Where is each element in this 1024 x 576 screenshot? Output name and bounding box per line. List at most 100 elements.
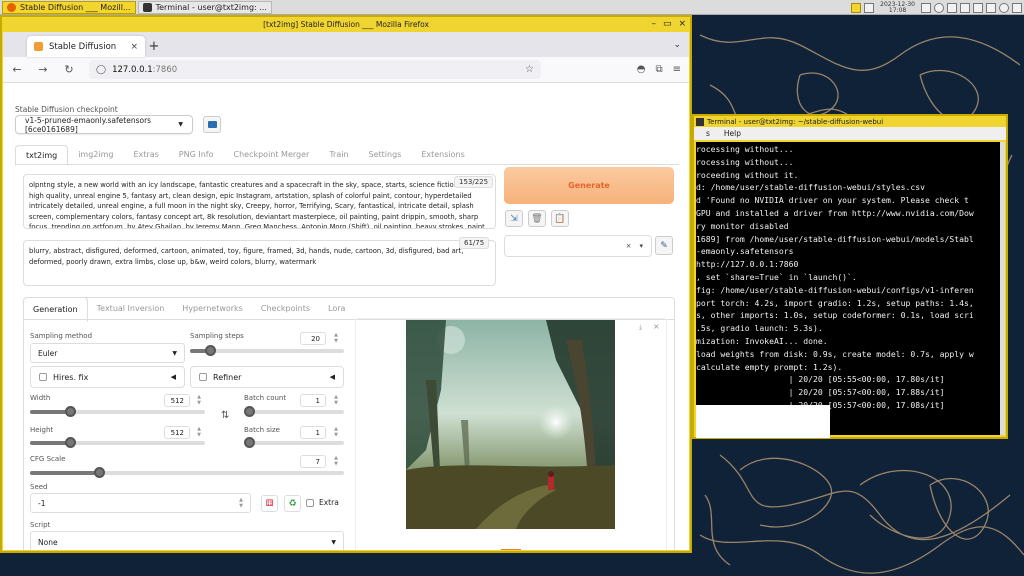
prompt-token-counter: 153/225: [454, 176, 494, 188]
width-stepper[interactable]: ▲ ▼: [195, 394, 203, 406]
tab-train[interactable]: Train: [319, 145, 358, 166]
taskbar-terminal-task[interactable]: Terminal - user@txt2img: ...: [137, 0, 272, 14]
url-host: 127.0.0.1: [112, 64, 153, 75]
notification-icon[interactable]: [986, 2, 996, 13]
cfg-scale-slider[interactable]: [30, 467, 344, 478]
batch-count-input[interactable]: 1: [300, 394, 326, 407]
seed-input[interactable]: -1 ▲ ▼: [30, 493, 251, 513]
tab-settings[interactable]: Settings: [359, 145, 412, 166]
slider-handle[interactable]: [205, 345, 217, 356]
tab-png-info[interactable]: PNG Info: [169, 145, 224, 166]
swap-dimensions-icon[interactable]: ⇅: [221, 410, 229, 421]
clear-icon[interactable]: ×: [626, 242, 632, 250]
extra-label: Extra: [319, 498, 339, 507]
refiner-checkbox[interactable]: [199, 373, 207, 381]
page-info-icon[interactable]: ◯: [96, 65, 106, 75]
batch-count-slider[interactable]: [244, 406, 344, 417]
url-bar[interactable]: ◯ 127.0.0.1:7860 ☆: [89, 60, 541, 79]
tab-extras[interactable]: Extras: [123, 145, 168, 166]
firefox-titlebar[interactable]: [txt2img] Stable Diffusion ___ Mozilla F…: [2, 17, 690, 32]
network-icon[interactable]: [921, 2, 931, 13]
terminal-output[interactable]: rocessing without... rocessing without...…: [696, 142, 1000, 435]
menu-icon[interactable]: ≡: [673, 64, 681, 75]
cfg-scale-stepper[interactable]: ▲ ▼: [332, 455, 340, 467]
bookmark-star-icon[interactable]: ☆: [525, 64, 534, 75]
download-icon[interactable]: ⤓: [639, 323, 642, 332]
list-all-tabs-icon[interactable]: ⌄: [673, 40, 681, 50]
batch-size-stepper[interactable]: ▲ ▼: [332, 426, 340, 438]
forward-icon[interactable]: →: [37, 63, 49, 76]
extensions-icon[interactable]: ⧉: [655, 64, 662, 75]
height-input[interactable]: 512: [164, 426, 190, 439]
width-input[interactable]: 512: [164, 394, 190, 407]
back-icon[interactable]: ←: [11, 63, 23, 76]
random-seed-button[interactable]: ⚅: [261, 495, 278, 512]
paste-style-button[interactable]: 📋: [551, 210, 569, 227]
tab-checkpoint-merger[interactable]: Checkpoint Merger: [223, 145, 319, 166]
sampling-steps-slider[interactable]: [190, 345, 344, 356]
maximize-icon[interactable]: ▭: [663, 19, 672, 29]
new-tab-button[interactable]: +: [145, 36, 163, 57]
tab-txt2img[interactable]: txt2img: [15, 145, 69, 166]
clipboard-icon[interactable]: [960, 2, 970, 13]
read-params-button[interactable]: ⇲: [505, 210, 523, 227]
close-icon[interactable]: ×: [653, 322, 660, 331]
workspace-icon[interactable]: [851, 2, 862, 13]
sampling-steps-stepper[interactable]: ▲ ▼: [332, 332, 340, 344]
terminal-menu-partial[interactable]: s: [706, 129, 710, 138]
tab-img2img[interactable]: img2img: [68, 145, 123, 166]
browser-tab-title: Stable Diffusion: [49, 41, 117, 52]
user-icon[interactable]: [999, 2, 1009, 13]
terminal-scrollbar[interactable]: [1000, 142, 1005, 435]
hires-fix-accordion[interactable]: Hires. fix ◀: [30, 366, 185, 388]
clear-prompt-button[interactable]: 🗑: [528, 210, 546, 227]
batch-size-slider[interactable]: [244, 437, 344, 448]
sampling-method-dropdown[interactable]: Euler ▼: [30, 343, 185, 363]
height-stepper[interactable]: ▲ ▼: [195, 426, 203, 438]
reuse-seed-button[interactable]: ♻: [284, 495, 301, 512]
browser-tab-stable-diffusion[interactable]: Stable Diffusion ×: [27, 36, 145, 57]
prompt-textarea[interactable]: olpntng style, a new world with an icy l…: [23, 174, 496, 229]
edit-styles-button[interactable]: ✎: [655, 236, 673, 255]
generate-button[interactable]: Generate: [504, 167, 674, 204]
workspace-icon[interactable]: [864, 2, 875, 13]
terminal-menu-help[interactable]: Help: [724, 129, 741, 138]
cfg-scale-input[interactable]: 7: [300, 455, 326, 468]
clock[interactable]: 2023-12-30 17:08: [880, 1, 915, 14]
refiner-accordion[interactable]: Refiner ◀: [190, 366, 344, 388]
negative-prompt-textarea[interactable]: blurry, abstract, disfigured, deformed, …: [23, 240, 496, 286]
terminal-titlebar[interactable]: Terminal - user@txt2img: ~/stable-diffus…: [694, 116, 1006, 127]
extra-checkbox[interactable]: [306, 498, 314, 507]
slider-handle[interactable]: [244, 437, 255, 448]
power-icon[interactable]: [1012, 2, 1022, 13]
terminal-line: rocessing without...: [696, 156, 794, 167]
gallery-thumbnail[interactable]: [501, 549, 521, 550]
batch-count-label: Batch count: [244, 394, 287, 402]
tab-extensions[interactable]: Extensions: [411, 145, 474, 166]
extra-seed-toggle[interactable]: Extra: [306, 498, 339, 507]
seed-stepper[interactable]: ▲ ▼: [239, 497, 243, 509]
taskbar-firefox-task[interactable]: Stable Diffusion ___ Mozill...: [2, 0, 136, 14]
slider-handle[interactable]: [94, 467, 106, 478]
reload-icon[interactable]: ↻: [63, 63, 75, 76]
display-icon[interactable]: [947, 2, 957, 13]
minimize-icon[interactable]: –: [651, 19, 656, 29]
styles-dropdown[interactable]: × ▾: [504, 235, 652, 257]
height-slider[interactable]: [30, 437, 205, 448]
hires-fix-checkbox[interactable]: [39, 373, 47, 381]
sampling-steps-input[interactable]: 20: [300, 332, 326, 345]
width-slider[interactable]: [30, 406, 205, 417]
chrome-icon[interactable]: [934, 2, 944, 13]
batch-count-stepper[interactable]: ▲ ▼: [332, 394, 340, 406]
close-icon[interactable]: ×: [678, 19, 686, 29]
script-dropdown[interactable]: None ▼: [30, 531, 344, 550]
close-tab-icon[interactable]: ×: [130, 42, 138, 52]
generated-image[interactable]: [406, 320, 615, 529]
batch-size-input[interactable]: 1: [300, 426, 326, 439]
checkpoint-dropdown[interactable]: v1-5-pruned-emaonly.safetensors [6ce0161…: [15, 115, 193, 134]
pocket-icon[interactable]: ◓: [637, 64, 646, 75]
slider-handle[interactable]: [244, 406, 255, 417]
volume-icon[interactable]: [973, 2, 983, 13]
terminal-window: Terminal - user@txt2img: ~/stable-diffus…: [692, 114, 1008, 439]
refresh-checkpoint-button[interactable]: [203, 116, 221, 133]
